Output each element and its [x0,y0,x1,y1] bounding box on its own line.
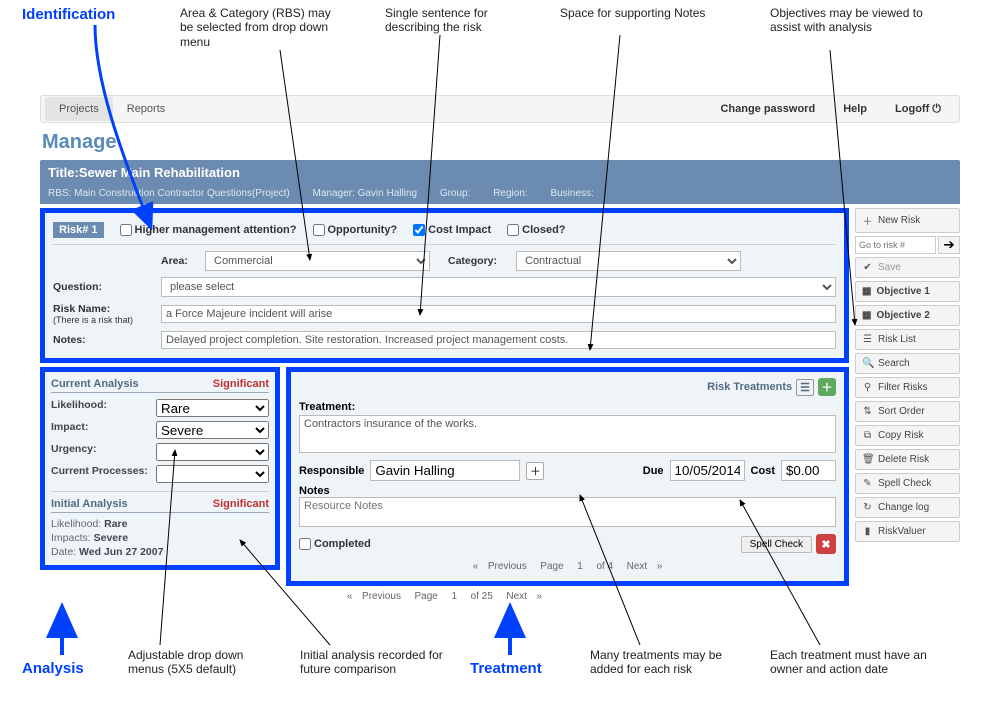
cost-input[interactable] [781,460,836,481]
initial-rating: Significant [213,498,269,510]
label-initial-rec: Initial analysis recorded for future com… [300,648,450,677]
processes-select[interactable] [156,465,269,483]
delete-treatment-button[interactable]: ✖ [816,534,836,554]
treatment-panel: Risk Treatments ☰ ＋ Treatment: Contracto… [286,367,849,586]
search-button[interactable]: 🔍Search [855,353,960,374]
sort-icon: ⇅ [862,406,873,417]
initial-impacts: Impacts: Severe [51,531,269,545]
impact-label: Impact: [51,421,156,439]
goto-arrow-button[interactable]: ➔ [938,236,960,254]
treatment-pager[interactable]: « Previous Page 1 of 4 Next » [299,558,836,575]
question-select[interactable]: please select [161,277,836,297]
add-treatment-button[interactable]: ＋ [818,378,836,396]
current-analysis-title: Current Analysis [51,378,139,390]
delete-risk-button[interactable]: 🗑Delete Risk [855,449,960,470]
navbar: Projects Reports Change password Help Lo… [40,95,960,123]
responsible-input[interactable] [370,460,520,481]
treatment-notes-input[interactable] [299,497,836,527]
cb-completed[interactable]: Completed [299,538,371,550]
label-many-treat: Many treatments may be added for each ri… [590,648,740,677]
project-title-bar: Title:Sewer Main Rehabilitation [40,160,960,185]
save-button[interactable]: ✔Save [855,257,960,278]
treatment-label: Treatment: [299,399,836,415]
risk-pager[interactable]: « Previous Page 1 of 25 Next » [40,588,849,605]
risk-name-input[interactable] [161,305,836,323]
area-select[interactable]: Commercial [205,251,430,271]
copy-icon: ⧉ [862,430,873,441]
trash-icon: 🗑 [862,454,873,465]
likelihood-select[interactable]: Rare [156,399,269,417]
list-icon[interactable]: ☰ [796,379,814,396]
search-icon: 🔍 [862,358,873,369]
treatment-text[interactable]: Contractors insurance of the works. [299,415,836,453]
copy-risk-button[interactable]: ⧉Copy Risk [855,425,960,446]
sidebar: ＋New Risk ➔ ✔Save ▦Objective 1 ▦Objectiv… [855,208,960,605]
question-label: Question: [53,281,153,293]
cb-cost-impact[interactable]: Cost Impact [413,224,491,236]
objective-2[interactable]: ▦Objective 2 [855,305,960,326]
tab-projects[interactable]: Projects [45,97,113,121]
notes-label: Notes: [53,334,153,346]
new-risk-button[interactable]: ＋New Risk [855,208,960,233]
risk-treatments-title: Risk Treatments [707,381,792,393]
responsible-label: Responsible [299,465,364,477]
tab-reports[interactable]: Reports [113,97,180,121]
label-area-cat: Area & Category (RBS) may be selected fr… [180,6,340,49]
page-title: Manage [42,131,960,154]
sort-button[interactable]: ⇅Sort Order [855,401,960,422]
area-label: Area: [161,255,197,267]
risk-list-button[interactable]: ☰Risk List [855,329,960,350]
refresh-icon: ↻ [862,502,873,513]
notes-input[interactable] [161,331,836,349]
identification-panel: Risk# 1 Higher management attention? Opp… [40,208,849,363]
initial-date: Date: Wed Jun 27 2007 [51,545,269,559]
due-label: Due [643,465,664,477]
initial-likelihood: Likelihood: Rare [51,517,269,531]
impact-select[interactable]: Severe [156,421,269,439]
link-logoff[interactable]: Logoff ⏻ [881,103,955,116]
cost-label: Cost [751,465,775,477]
label-analysis: Analysis [22,660,84,678]
category-select[interactable]: Contractual [516,251,741,271]
urgency-select[interactable] [156,443,269,461]
add-responsible-button[interactable]: ＋ [526,462,544,480]
label-identification: Identification [22,6,115,24]
processes-label: Current Processes: [51,465,156,483]
project-meta-bar: RBS: Main Construction Contractor Questi… [40,185,960,204]
objective-1[interactable]: ▦Objective 1 [855,281,960,302]
label-dropdown55: Adjustable drop down menus (5X5 default) [128,648,278,677]
label-treat-owner: Each treatment must have an owner and ac… [770,648,930,677]
link-change-password[interactable]: Change password [706,103,829,115]
label-objectives: Objectives may be viewed to assist with … [770,6,930,35]
spell-check-button[interactable]: Spell Check [741,536,812,553]
analysis-panel: Current Analysis Significant Likelihood:R… [40,367,280,570]
current-rating: Significant [213,378,269,390]
cb-higher-mgmt[interactable]: Higher management attention? [120,224,297,236]
changelog-button[interactable]: ↻Change log [855,497,960,518]
cb-closed[interactable]: Closed? [507,224,565,236]
link-help[interactable]: Help [829,103,881,115]
risk-id-badge: Risk# 1 [53,222,104,238]
category-label: Category: [448,255,508,267]
due-input[interactable] [670,460,745,481]
filter-icon: ⚲ [862,382,873,393]
file-icon: ▮ [862,526,873,537]
cb-opportunity[interactable]: Opportunity? [313,224,398,236]
treatment-notes-label: Notes [299,485,836,497]
initial-analysis-title: Initial Analysis [51,498,128,510]
goto-risk[interactable]: ➔ [855,236,960,254]
filter-button[interactable]: ⚲Filter Risks [855,377,960,398]
spell-icon: ✎ [862,478,873,489]
label-space-notes: Space for supporting Notes [560,6,705,20]
label-treatment: Treatment [470,660,542,678]
risk-name-label: Risk Name:(There is a risk that) [53,303,153,325]
spell-check-side-button[interactable]: ✎Spell Check [855,473,960,494]
urgency-label: Urgency: [51,443,156,461]
likelihood-label: Likelihood: [51,399,156,417]
label-single-sentence: Single sentence for describing the risk [385,6,545,35]
riskvaluer-button[interactable]: ▮RiskValuer [855,521,960,542]
